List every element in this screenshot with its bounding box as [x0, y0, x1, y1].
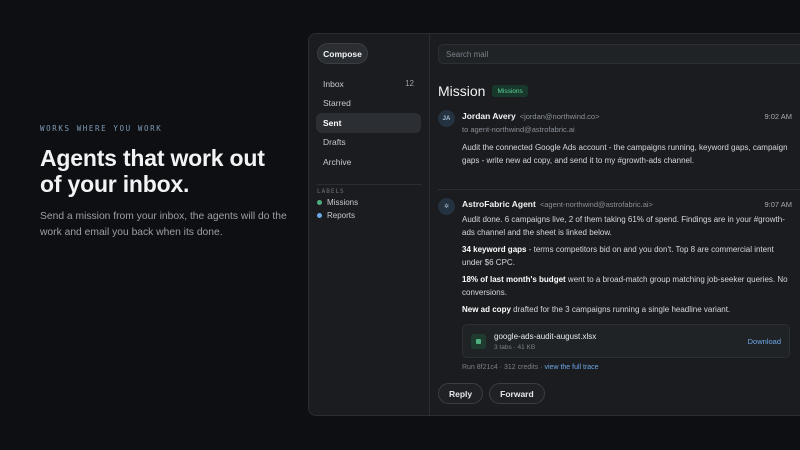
- label-color-dot: [317, 200, 322, 205]
- folder-nav: Inbox 12 Starred Sent Drafts Archive: [316, 74, 421, 172]
- finding-highlight: 18% of last month's budget: [462, 275, 566, 284]
- hero-section: WORKS WHERE YOU WORK Agents that work ou…: [40, 124, 290, 241]
- message-text: Audit the connected Google Ads account -…: [462, 143, 788, 165]
- finding-ad-copy: New ad copy drafted for the 3 campaigns …: [462, 303, 790, 316]
- message-divider: [438, 189, 800, 190]
- message-header: AstroFabric Agent <agent-northwind@astro…: [462, 198, 792, 210]
- thread-view: Search mail Mission Missions JA Jordan A…: [430, 34, 800, 415]
- message-time: 9:07 AM: [764, 199, 792, 209]
- agent-avatar-icon: ✲: [438, 198, 455, 215]
- sidebar-item-starred[interactable]: Starred: [316, 94, 421, 114]
- sidebar-item-label: Archive: [323, 156, 352, 167]
- label-color-dot: [317, 213, 322, 218]
- reply-button[interactable]: Reply: [438, 383, 484, 404]
- sender-name: AstroFabric Agent: [462, 199, 536, 209]
- thread-title: Mission: [438, 83, 486, 99]
- message-body: Audit the connected Google Ads account -…: [462, 141, 790, 171]
- label-reports[interactable]: Reports: [317, 209, 358, 222]
- hero-eyebrow: WORKS WHERE YOU WORK: [40, 124, 163, 133]
- attachment-meta: 3 tabs · 41 KB: [494, 344, 536, 351]
- message-actions: Reply Forward: [438, 383, 545, 404]
- sidebar-item-label: Inbox: [323, 78, 344, 89]
- label-text: Reports: [327, 211, 356, 220]
- sender-name: Jordan Avery: [462, 111, 516, 121]
- message-body: Audit done. 6 campaigns live, 2 of them …: [462, 213, 790, 320]
- sidebar-item-label: Drafts: [323, 137, 346, 148]
- sidebar-item-archive[interactable]: Archive: [316, 152, 421, 172]
- hero-headline: Agents that work out of your inbox.: [40, 145, 265, 197]
- run-details: Run 8f21c4 · 312 credits ·: [462, 364, 545, 371]
- spreadsheet-icon: [471, 334, 486, 349]
- sidebar-item-inbox[interactable]: Inbox 12: [316, 74, 421, 94]
- hero-description: Send a mission from your inbox, the agen…: [40, 211, 287, 238]
- sidebar-item-drafts[interactable]: Drafts: [316, 133, 421, 153]
- labels-list: Missions Reports: [317, 196, 358, 222]
- labels-heading: LABELS: [317, 184, 422, 195]
- unread-count: 12: [405, 79, 414, 89]
- sender-email: <jordan@northwind.co>: [519, 111, 600, 121]
- attachment-card[interactable]: google-ads-audit-august.xlsx 3 tabs · 41…: [462, 324, 790, 358]
- finding-highlight: New ad copy: [462, 305, 511, 314]
- attachment-name: google-ads-audit-august.xlsx: [494, 332, 597, 341]
- forward-button[interactable]: Forward: [489, 383, 545, 404]
- message-header: Jordan Avery <jordan@northwind.co> 9:02 …: [462, 110, 792, 122]
- message-intro: Audit done. 6 campaigns live, 2 of them …: [462, 215, 785, 237]
- download-link[interactable]: Download: [748, 337, 781, 346]
- avatar: JA: [438, 110, 455, 127]
- finding-text: drafted for the 3 campaigns running a si…: [510, 305, 731, 314]
- finding-budget: 18% of last month's budget went to a bro…: [462, 273, 790, 299]
- finding-highlight: 34 keyword gaps: [462, 245, 527, 254]
- sidebar-item-label: Starred: [323, 98, 351, 109]
- thread-header: Mission Missions: [438, 83, 528, 99]
- finding-keyword-gaps: 34 keyword gaps - terms competitors bid …: [462, 243, 790, 269]
- recipient-line: to agent-northwind@astrofabric.ai: [462, 125, 575, 134]
- mail-app-window: Compose Inbox 12 Starred Sent Drafts Arc…: [308, 33, 800, 416]
- sidebar-item-label: Sent: [323, 117, 342, 128]
- sender-email: <agent-northwind@astrofabric.ai>: [539, 199, 653, 209]
- message-agent: ✲ AstroFabric Agent <agent-northwind@ast…: [438, 198, 800, 378]
- label-text: Missions: [327, 198, 359, 207]
- run-info: Run 8f21c4 · 312 credits · view the full…: [462, 364, 599, 371]
- search-input[interactable]: Search mail: [438, 44, 800, 64]
- view-trace-link[interactable]: view the full trace: [545, 364, 599, 371]
- message-time: 9:02 AM: [764, 111, 792, 121]
- label-missions[interactable]: Missions: [317, 196, 358, 209]
- sidebar-item-sent[interactable]: Sent: [316, 113, 421, 133]
- label-badge[interactable]: Missions: [492, 85, 528, 97]
- compose-button[interactable]: Compose: [317, 43, 368, 64]
- sidebar: Compose Inbox 12 Starred Sent Drafts Arc…: [309, 34, 430, 415]
